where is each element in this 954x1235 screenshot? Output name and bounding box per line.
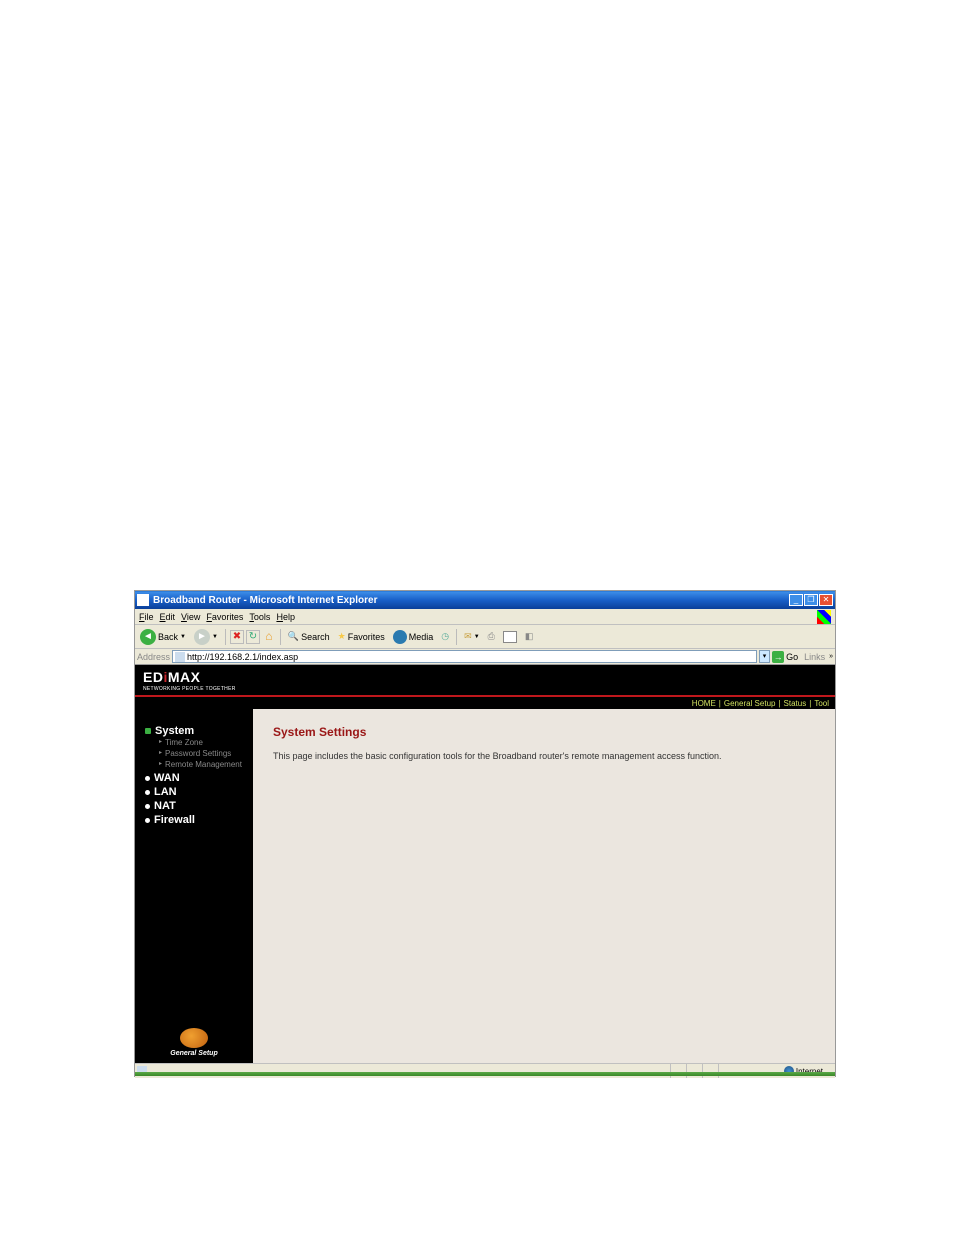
sidebar-item-system[interactable]: System xyxy=(145,725,245,737)
edit-icon xyxy=(503,631,517,643)
minimize-button[interactable]: _ xyxy=(789,594,803,606)
nav-separator: | xyxy=(719,699,721,708)
address-url: http://192.168.2.1/index.asp xyxy=(187,652,298,662)
brand-tagline: NETWORKING PEOPLE TOGETHER xyxy=(143,686,236,692)
discuss-button[interactable]: ◧ xyxy=(522,630,537,643)
brand-logo: EDiMAX NETWORKING PEOPLE TOGETHER xyxy=(143,669,236,692)
sidebar-footer: General Setup xyxy=(135,1028,253,1057)
ie-icon xyxy=(137,594,149,606)
media-label: Media xyxy=(409,632,434,642)
sidebar-footer-label: General Setup xyxy=(135,1050,253,1057)
page-icon xyxy=(175,652,185,662)
address-dropdown[interactable]: ▾ xyxy=(759,650,770,663)
favorites-label: Favorites xyxy=(348,632,385,642)
media-icon xyxy=(393,630,407,644)
history-button[interactable]: ◷ xyxy=(438,630,452,643)
nav-separator: | xyxy=(778,699,780,708)
window-controls: _ ❐ ✕ xyxy=(789,594,833,606)
sidebar-label-time-zone: Time Zone xyxy=(165,737,203,748)
sidebar-label-lan: LAN xyxy=(154,786,177,798)
main-area: System Time Zone Password Settings Remot… xyxy=(135,709,835,1063)
go-icon: → xyxy=(772,651,784,663)
maximize-button[interactable]: ❐ xyxy=(804,594,818,606)
menu-favorites[interactable]: Favorites xyxy=(206,612,243,622)
nav-home[interactable]: HOME xyxy=(692,699,716,708)
links-label[interactable]: Links xyxy=(804,652,825,662)
menu-view[interactable]: View xyxy=(181,612,200,622)
addressbar: Address http://192.168.2.1/index.asp ▾ →… xyxy=(135,649,835,665)
sidebar-item-lan[interactable]: LAN xyxy=(145,786,245,798)
sidebar-label-system: System xyxy=(155,725,194,737)
sidebar: System Time Zone Password Settings Remot… xyxy=(135,709,253,1063)
sidebar-item-password-settings[interactable]: Password Settings xyxy=(159,748,245,759)
address-input[interactable]: http://192.168.2.1/index.asp xyxy=(172,650,757,663)
content-pane: System Settings This page includes the b… xyxy=(253,709,835,1063)
stop-button[interactable]: ✖ xyxy=(230,630,244,644)
close-button[interactable]: ✕ xyxy=(819,594,833,606)
sidebar-item-wan[interactable]: WAN xyxy=(145,772,245,784)
windows-logo-icon xyxy=(817,610,831,624)
links-expand-icon[interactable]: » xyxy=(829,653,833,660)
go-label: Go xyxy=(786,652,798,662)
window-title: Broadband Router - Microsoft Internet Ex… xyxy=(153,595,789,606)
search-label: Search xyxy=(301,632,330,642)
refresh-button[interactable]: ↻ xyxy=(246,630,260,644)
nav-general-setup[interactable]: General Setup xyxy=(724,699,776,708)
discuss-icon: ◧ xyxy=(525,631,534,642)
top-nav: HOME | General Setup | Status | Tool xyxy=(135,695,835,709)
back-label: Back xyxy=(158,632,178,642)
mail-button[interactable]: ✉▼ xyxy=(461,630,483,643)
nav-tool[interactable]: Tool xyxy=(814,699,829,708)
back-dropdown-icon[interactable]: ▼ xyxy=(180,634,186,640)
menu-help[interactable]: Help xyxy=(276,612,295,622)
mail-icon: ✉ xyxy=(464,631,472,642)
page-description: This page includes the basic configurati… xyxy=(273,751,815,761)
nav-status[interactable]: Status xyxy=(784,699,807,708)
page-title: System Settings xyxy=(273,725,815,739)
sidebar-item-nat[interactable]: NAT xyxy=(145,800,245,812)
print-button[interactable]: ⎙ xyxy=(485,630,498,643)
search-icon: 🔍 xyxy=(288,631,299,642)
media-button[interactable]: Media xyxy=(390,629,437,645)
search-button[interactable]: 🔍 Search xyxy=(285,630,333,643)
edit-button[interactable] xyxy=(500,630,520,644)
sidebar-item-firewall[interactable]: Firewall xyxy=(145,814,245,826)
home-button[interactable]: ⌂ xyxy=(262,630,276,644)
go-button[interactable]: → Go xyxy=(772,651,798,663)
nav-separator: | xyxy=(809,699,811,708)
toolbar-separator xyxy=(280,629,281,645)
menu-tools[interactable]: Tools xyxy=(249,612,270,622)
sidebar-label-firewall: Firewall xyxy=(154,814,195,826)
forward-button[interactable]: ► ▼ xyxy=(191,628,221,646)
address-label: Address xyxy=(137,652,170,662)
menu-file[interactable]: File xyxy=(139,612,154,622)
sidebar-label-password-settings: Password Settings xyxy=(165,748,231,759)
forward-icon: ► xyxy=(194,629,210,645)
sidebar-item-remote-management[interactable]: Remote Management xyxy=(159,759,245,770)
toolbar-separator xyxy=(225,629,226,645)
brand-header: EDiMAX NETWORKING PEOPLE TOGETHER xyxy=(135,665,835,695)
menu-edit[interactable]: Edit xyxy=(160,612,176,622)
back-button[interactable]: ◄ Back ▼ xyxy=(137,628,189,646)
favorites-button[interactable]: ★ Favorites xyxy=(335,630,388,643)
sidebar-label-nat: NAT xyxy=(154,800,176,812)
toolbar: ◄ Back ▼ ► ▼ ✖ ↻ ⌂ 🔍 Search ★ Favorites … xyxy=(135,625,835,649)
print-icon: ⎙ xyxy=(488,631,495,642)
brand-post: MAX xyxy=(168,669,201,685)
toolbar-separator xyxy=(456,629,457,645)
sidebar-label-wan: WAN xyxy=(154,772,180,784)
sidebar-label-remote-management: Remote Management xyxy=(165,759,242,770)
browser-window: Broadband Router - Microsoft Internet Ex… xyxy=(134,590,836,1077)
history-icon: ◷ xyxy=(441,631,449,642)
brand-pre: ED xyxy=(143,669,163,685)
menubar: File Edit View Favorites Tools Help xyxy=(135,609,835,625)
back-icon: ◄ xyxy=(140,629,156,645)
general-setup-icon xyxy=(180,1028,208,1048)
forward-dropdown-icon[interactable]: ▼ xyxy=(212,634,218,640)
titlebar[interactable]: Broadband Router - Microsoft Internet Ex… xyxy=(135,591,835,609)
star-icon: ★ xyxy=(338,631,346,642)
sidebar-item-time-zone[interactable]: Time Zone xyxy=(159,737,245,748)
taskbar-strip xyxy=(135,1072,835,1076)
page-content: EDiMAX NETWORKING PEOPLE TOGETHER HOME |… xyxy=(135,665,835,1063)
